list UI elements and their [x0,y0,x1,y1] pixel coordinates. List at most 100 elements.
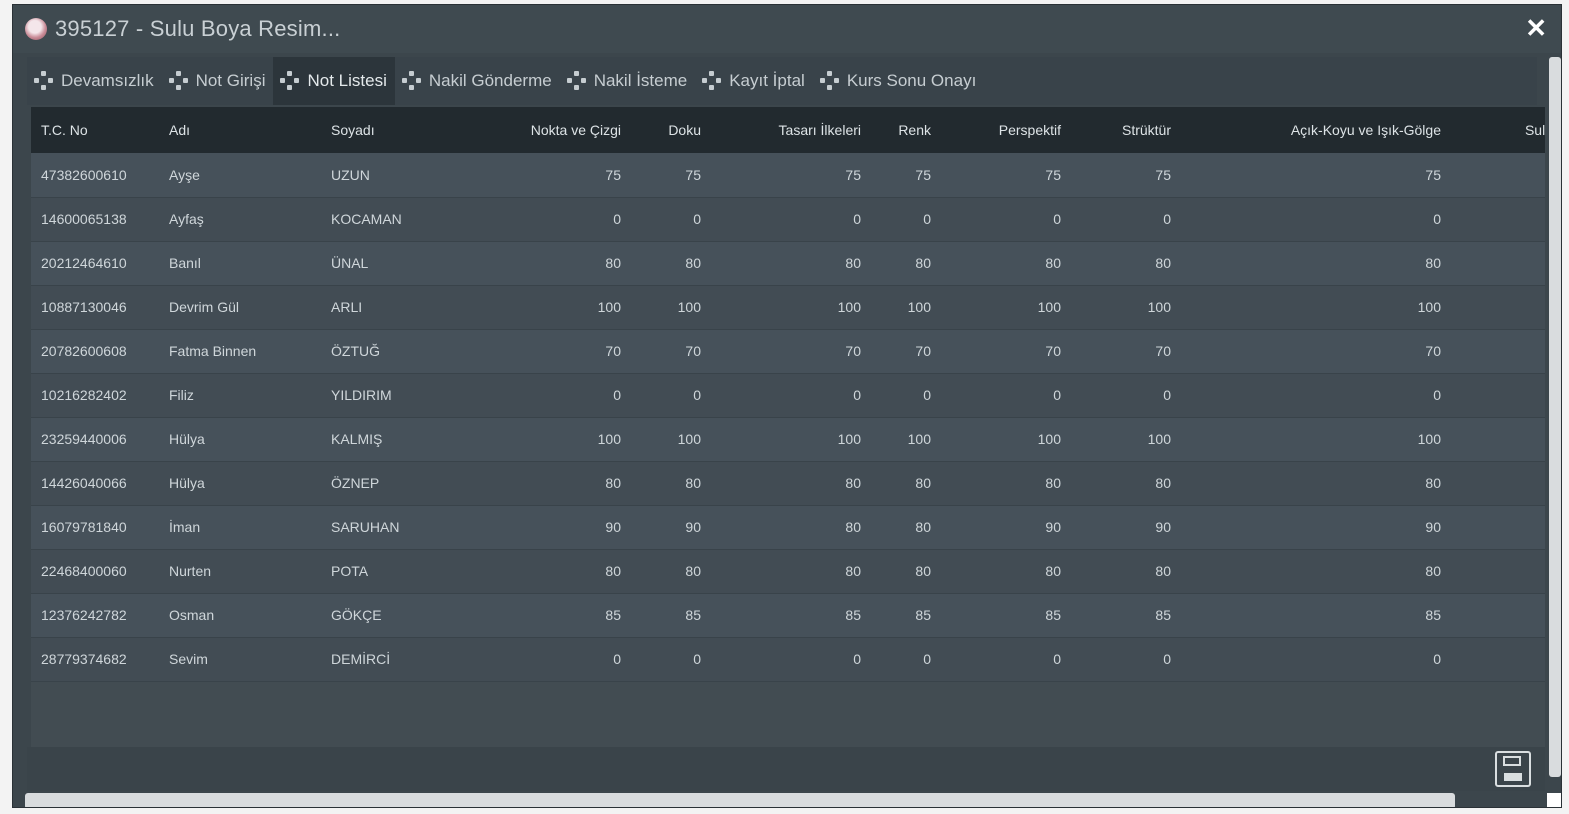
table-cell: 80 [845,519,861,535]
table-cell: Fatma Binnen [169,343,257,359]
table-cell: 100 [1037,431,1061,447]
table-cell: 80 [915,519,931,535]
table-row[interactable]: 47382600610 Ayşe UZUN 75 75 75 75 75 75 75 [31,153,1545,197]
table-cell: 100 [1417,431,1441,447]
table-cell [1451,241,1545,285]
table-cell: 23259440006 [41,431,127,447]
table-row[interactable]: 14600065138 Ayfaş KOCAMAN 0 0 0 0 0 0 0 [31,197,1545,241]
tab-4[interactable]: Nakil İsteme [560,57,696,105]
table-row[interactable]: 14426040066 Hülya ÖZNEP 80 80 80 80 80 80 80 [31,461,1545,505]
table-cell: 80 [685,255,701,271]
table-cell: 75 [1045,166,1061,183]
column-header[interactable]: Strüktür [1071,107,1181,153]
column-header[interactable]: Nokta ve Çizgi [471,107,631,153]
table-cell: 75 [685,166,701,183]
table-cell: 80 [605,563,621,579]
table-cell: 70 [1155,343,1171,359]
table-cell: KALMIŞ [331,431,383,447]
table-cell: 100 [1417,299,1441,315]
table-cell: 85 [845,607,861,623]
table-cell: 70 [1425,343,1441,359]
tab-arrows-icon [279,70,301,92]
table-cell: Sevim [169,651,208,667]
window-title: 395127 - Sulu Boya Resim... [55,16,341,41]
table-cell: 80 [1425,255,1441,271]
tab-2[interactable]: Not Listesi [273,57,395,105]
column-header[interactable]: Doku [631,107,711,153]
table-cell: 80 [1425,475,1441,491]
table-row[interactable]: 20212464610 Banıl ÜNAL 80 80 80 80 80 80 80 [31,241,1545,285]
table-row[interactable]: 16079781840 İman SARUHAN 90 90 80 80 90 90 90 [31,505,1545,549]
table-cell: 85 [1425,607,1441,623]
table-cell [1451,461,1545,505]
table-cell: Osman [169,607,215,623]
table-row[interactable]: 10887130046 Devrim Gül ARLI 100 100 100 100 100… [31,285,1545,329]
table-cell: 100 [597,299,621,315]
table-row[interactable]: 12376242782 Osman GÖKÇE 85 85 85 85 85 85 85 [31,593,1545,637]
table-row[interactable]: 10216282402 Filiz YILDIRIM 0 0 0 0 0 0 0 [31,373,1545,417]
table-cell: 70 [685,343,701,359]
column-header[interactable]: T.C. No [31,107,159,153]
column-header[interactable]: Sulu Boy [1451,107,1545,153]
table-cell: 90 [1045,519,1061,535]
column-header[interactable]: Soyadı [321,107,471,153]
table-row[interactable]: 28779374682 Sevim DEMİRCİ 0 0 0 0 0 0 0 [31,637,1545,681]
table-cell: 0 [613,211,621,227]
grades-table-container[interactable]: T.C. No Adı Soyadı Nokta ve Çizgi Doku Tasarı… [31,107,1545,747]
column-header[interactable]: Açık-Koyu ve Işık-Gölge [1181,107,1451,153]
column-header[interactable]: Tasarı İlkeleri [711,107,871,153]
tab-3[interactable]: Nakil Gönderme [395,57,560,105]
table-cell: 100 [1147,299,1171,315]
close-icon[interactable]: ✕ [1525,13,1547,44]
column-header[interactable]: Renk [871,107,941,153]
table-cell: 0 [853,211,861,227]
table-cell: 20212464610 [41,255,127,271]
table-cell: POTA [331,563,369,579]
table-cell: Filiz [169,387,194,403]
table-cell: KOCAMAN [331,211,402,227]
table-cell: 85 [685,607,701,623]
table-cell: 0 [613,387,621,403]
table-cell: ÖZNEP [331,475,380,491]
tab-arrows-icon [701,70,723,92]
table-cell: Hülya [169,431,205,447]
vertical-scrollbar[interactable] [1549,57,1561,777]
table-cell: 0 [1163,651,1171,667]
table-cell: 0 [693,651,701,667]
table-cell [1451,549,1545,593]
table-cell: 100 [907,299,931,315]
save-icon[interactable] [1495,751,1531,787]
tab-6[interactable]: Kurs Sonu Onayı [813,57,984,105]
table-cell: İman [169,519,201,535]
table-cell: Hülya [169,475,205,491]
tab-label: Devamsızlık [61,71,154,90]
table-cell [1451,197,1545,241]
tab-label: Not Girişi [195,71,266,90]
table-cell: 0 [1433,651,1441,667]
table-cell: 100 [1147,431,1171,447]
table-cell: 80 [915,255,931,271]
column-header[interactable]: Perspektif [941,107,1071,153]
table-cell: YILDIRIM [331,387,392,403]
tab-0[interactable]: Devamsızlık [27,57,162,105]
tab-1[interactable]: Not Girişi [162,57,274,105]
column-header[interactable]: Adı [159,107,321,153]
table-cell [1451,329,1545,373]
table-cell: 75 [1155,166,1171,183]
table-cell: 80 [1155,475,1171,491]
table-cell: 14600065138 [41,211,127,227]
table-row[interactable]: 23259440006 Hülya KALMIŞ 100 100 100 100 100 100… [31,417,1545,461]
table-cell: 75 [605,166,621,183]
tab-arrows-icon [819,70,841,92]
table-row[interactable]: 22468400060 Nurten POTA 80 80 80 80 80 80 80 [31,549,1545,593]
table-cell: 80 [685,475,701,491]
table-cell: 75 [915,166,931,183]
tab-5[interactable]: Kayıt İptal [695,57,813,105]
horizontal-scrollbar[interactable] [25,793,1455,807]
table-cell: 0 [693,387,701,403]
table-cell: 80 [915,563,931,579]
table-row[interactable]: 20782600608 Fatma Binnen ÖZTUĞ 70 70 70 70 70 70… [31,329,1545,373]
table-cell: 85 [605,607,621,623]
table-cell: 100 [907,431,931,447]
table-cell: 100 [837,299,861,315]
